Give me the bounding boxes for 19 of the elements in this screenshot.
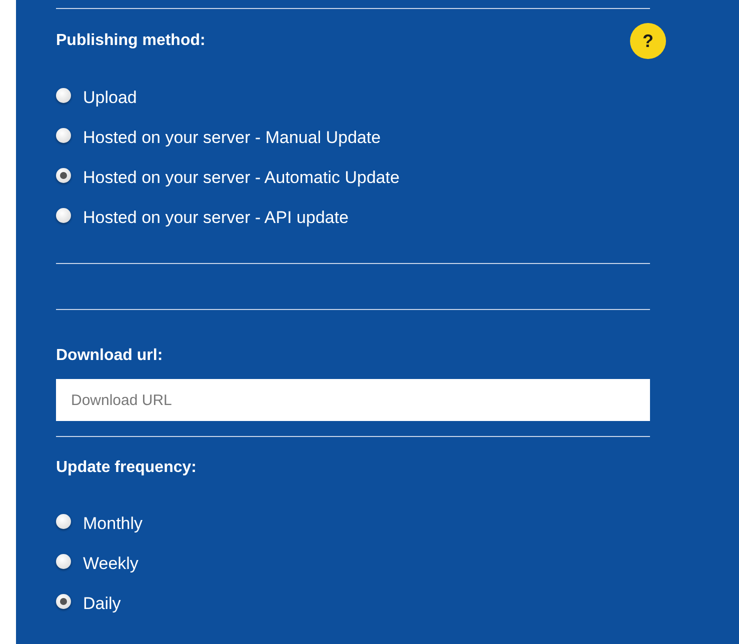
radio-option[interactable]: Upload — [56, 87, 650, 109]
radio-button[interactable] — [56, 514, 71, 528]
radio-option[interactable]: Daily — [56, 593, 650, 615]
radio-option[interactable]: Hosted on your server - API update — [56, 207, 650, 229]
radio-option[interactable]: Hosted on your server - Automatic Update — [56, 167, 650, 189]
field-label: Download url: — [56, 347, 163, 365]
radio-option[interactable]: Monthly — [56, 513, 650, 535]
radio-button[interactable] — [56, 208, 71, 222]
radio-option[interactable]: Weekly — [56, 553, 650, 575]
url-input[interactable]: Download URL — [56, 379, 650, 421]
radio-button[interactable] — [56, 554, 71, 568]
radio-button[interactable] — [56, 88, 71, 102]
field-label: Publishing method: — [56, 32, 206, 50]
radio-option[interactable]: Hosted on your server - Manual Update — [56, 127, 650, 149]
radio-button[interactable] — [56, 168, 71, 182]
help-button[interactable]: ? — [630, 23, 666, 59]
radio-button[interactable] — [56, 594, 71, 608]
radio-button[interactable] — [56, 128, 71, 142]
field-label: Update frequency: — [56, 459, 196, 477]
